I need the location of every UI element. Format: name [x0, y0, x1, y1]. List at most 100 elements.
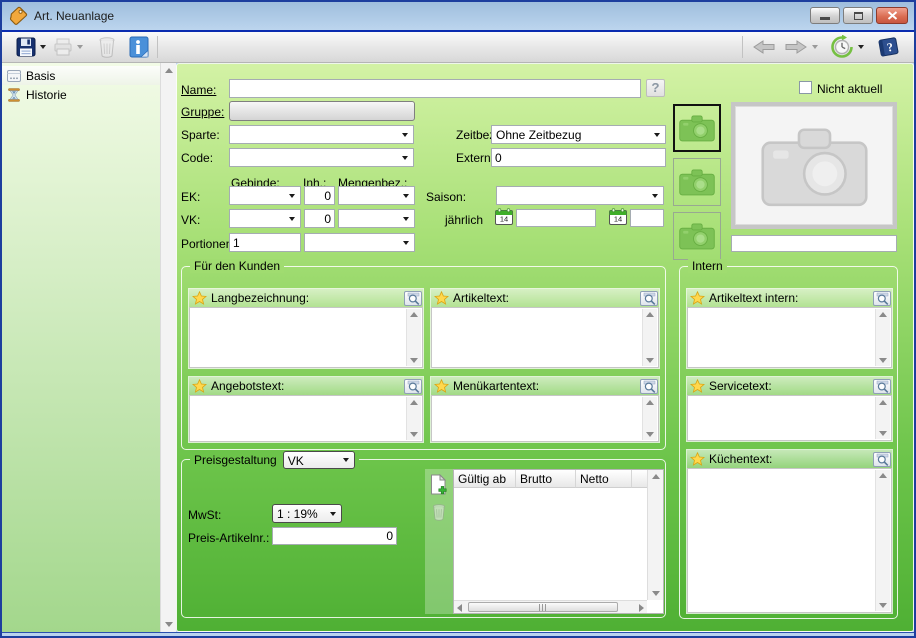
scroll-up-icon[interactable]	[646, 312, 654, 317]
expand-editor-button[interactable]	[404, 378, 422, 394]
textarea-scrollbar[interactable]	[875, 309, 890, 366]
scroll-up-icon[interactable]	[652, 474, 660, 479]
titlebar[interactable]: Art. Neuanlage	[2, 2, 914, 32]
jaehrlich-bis-input[interactable]	[630, 209, 664, 227]
calendar-icon[interactable]: 14	[495, 208, 513, 225]
scroll-right-icon[interactable]	[639, 604, 644, 612]
textarea-scrollbar[interactable]	[406, 397, 421, 440]
scroll-down-icon[interactable]	[879, 603, 887, 608]
column-header[interactable]: Netto	[576, 470, 632, 488]
print-button[interactable]	[49, 34, 86, 60]
close-button[interactable]	[876, 7, 908, 24]
scroll-down-icon[interactable]	[165, 622, 173, 627]
ek-mengenbez-combobox[interactable]	[338, 186, 415, 205]
forward-button[interactable]	[780, 34, 821, 60]
servicetext-textarea[interactable]	[687, 395, 892, 441]
nicht-aktuell-checkbox[interactable]	[799, 81, 812, 94]
sparte-combobox[interactable]	[229, 125, 414, 144]
langbezeichnung-textarea[interactable]	[189, 307, 423, 368]
preis-scope-combobox[interactable]: VK	[282, 451, 355, 469]
price-table-hscrollbar[interactable]	[454, 600, 647, 613]
name-help-button[interactable]: ?	[646, 79, 665, 97]
column-header[interactable]: Brutto	[516, 470, 576, 488]
forward-menu-arrow-icon[interactable]	[812, 45, 818, 49]
jaehrlich-von-input[interactable]	[516, 209, 596, 227]
saison-combobox[interactable]	[496, 186, 664, 205]
textarea-scrollbar[interactable]	[642, 309, 657, 366]
ek-gebinde-combobox[interactable]	[229, 186, 301, 205]
scroll-left-icon[interactable]	[457, 604, 462, 612]
portionen-input[interactable]	[229, 233, 301, 252]
externe-nr-input[interactable]	[491, 148, 666, 167]
column-header[interactable]: Gültig ab	[454, 470, 516, 488]
gruppe-button[interactable]	[229, 101, 415, 121]
sidebar-item-historie[interactable]: Historie	[2, 85, 160, 104]
image-caption-input[interactable]	[731, 235, 897, 252]
history-menu-arrow-icon[interactable]	[858, 45, 864, 49]
preis-artikelnr-input[interactable]	[272, 527, 397, 545]
delete-price-row-icon[interactable]	[431, 503, 447, 521]
scroll-up-icon[interactable]	[410, 400, 418, 405]
scroll-down-icon[interactable]	[410, 432, 418, 437]
ek-inh-input[interactable]	[304, 186, 335, 205]
gruppe-label[interactable]: Gruppe:	[181, 105, 224, 119]
scroll-down-icon[interactable]	[879, 431, 887, 436]
scroll-down-icon[interactable]	[646, 432, 654, 437]
textarea-scrollbar[interactable]	[875, 470, 890, 611]
image-slot-3[interactable]	[673, 212, 721, 260]
calendar-icon[interactable]: 14	[609, 208, 627, 225]
portionen-einheit-combobox[interactable]	[304, 233, 415, 252]
delete-button[interactable]	[94, 34, 120, 60]
scroll-up-icon[interactable]	[879, 312, 887, 317]
price-table[interactable]: Gültig ab Brutto Netto	[453, 469, 664, 614]
textarea-scrollbar[interactable]	[875, 397, 890, 439]
print-menu-arrow-icon[interactable]	[77, 45, 83, 49]
back-button[interactable]	[748, 34, 780, 60]
save-menu-arrow-icon[interactable]	[40, 45, 46, 49]
expand-editor-button[interactable]	[404, 290, 422, 306]
vk-inh-input[interactable]	[304, 209, 335, 228]
vk-gebinde-combobox[interactable]	[229, 209, 301, 228]
name-input[interactable]	[229, 79, 641, 98]
expand-editor-button[interactable]	[640, 378, 658, 394]
expand-editor-button[interactable]	[640, 290, 658, 306]
image-preview[interactable]	[731, 102, 897, 229]
vk-mengenbez-combobox[interactable]	[338, 209, 415, 228]
menukartentext-textarea[interactable]	[431, 395, 659, 442]
image-slot-1[interactable]	[673, 104, 721, 152]
help-button[interactable]: ?	[873, 34, 904, 60]
history-button[interactable]	[827, 34, 867, 60]
kuechentext-textarea[interactable]	[687, 468, 892, 613]
add-price-row-icon[interactable]	[429, 474, 448, 495]
save-button[interactable]	[12, 34, 49, 60]
zeitbezug-combobox[interactable]: Ohne Zeitbezug	[491, 125, 666, 144]
scroll-up-icon[interactable]	[879, 400, 887, 405]
expand-editor-button[interactable]	[873, 378, 891, 394]
angebotstext-textarea[interactable]	[189, 395, 423, 442]
artikeltext-intern-textarea[interactable]	[687, 307, 892, 368]
hscroll-thumb[interactable]	[468, 602, 618, 612]
image-slot-2[interactable]	[673, 158, 721, 206]
scroll-down-icon[interactable]	[410, 358, 418, 363]
artikeltext-textarea[interactable]	[431, 307, 659, 368]
maximize-button[interactable]	[843, 7, 873, 24]
scroll-down-icon[interactable]	[652, 591, 660, 596]
scroll-up-icon[interactable]	[646, 400, 654, 405]
name-label[interactable]: Name:	[181, 83, 216, 97]
scroll-down-icon[interactable]	[879, 358, 887, 363]
code-combobox[interactable]	[229, 148, 414, 167]
scroll-up-icon[interactable]	[410, 312, 418, 317]
expand-editor-button[interactable]	[873, 451, 891, 467]
mwst-combobox[interactable]: 1 : 19%	[272, 504, 342, 523]
price-table-vscrollbar[interactable]	[647, 470, 663, 600]
info-button[interactable]	[126, 34, 152, 60]
scroll-down-icon[interactable]	[646, 358, 654, 363]
textarea-scrollbar[interactable]	[642, 397, 657, 440]
scroll-up-icon[interactable]	[165, 68, 173, 73]
textarea-scrollbar[interactable]	[406, 309, 421, 366]
expand-editor-button[interactable]	[873, 290, 891, 306]
sidebar-item-basis[interactable]: Basis	[2, 66, 160, 85]
minimize-button[interactable]	[810, 7, 840, 24]
scroll-up-icon[interactable]	[879, 473, 887, 478]
sidebar-scrollbar[interactable]	[160, 63, 176, 632]
